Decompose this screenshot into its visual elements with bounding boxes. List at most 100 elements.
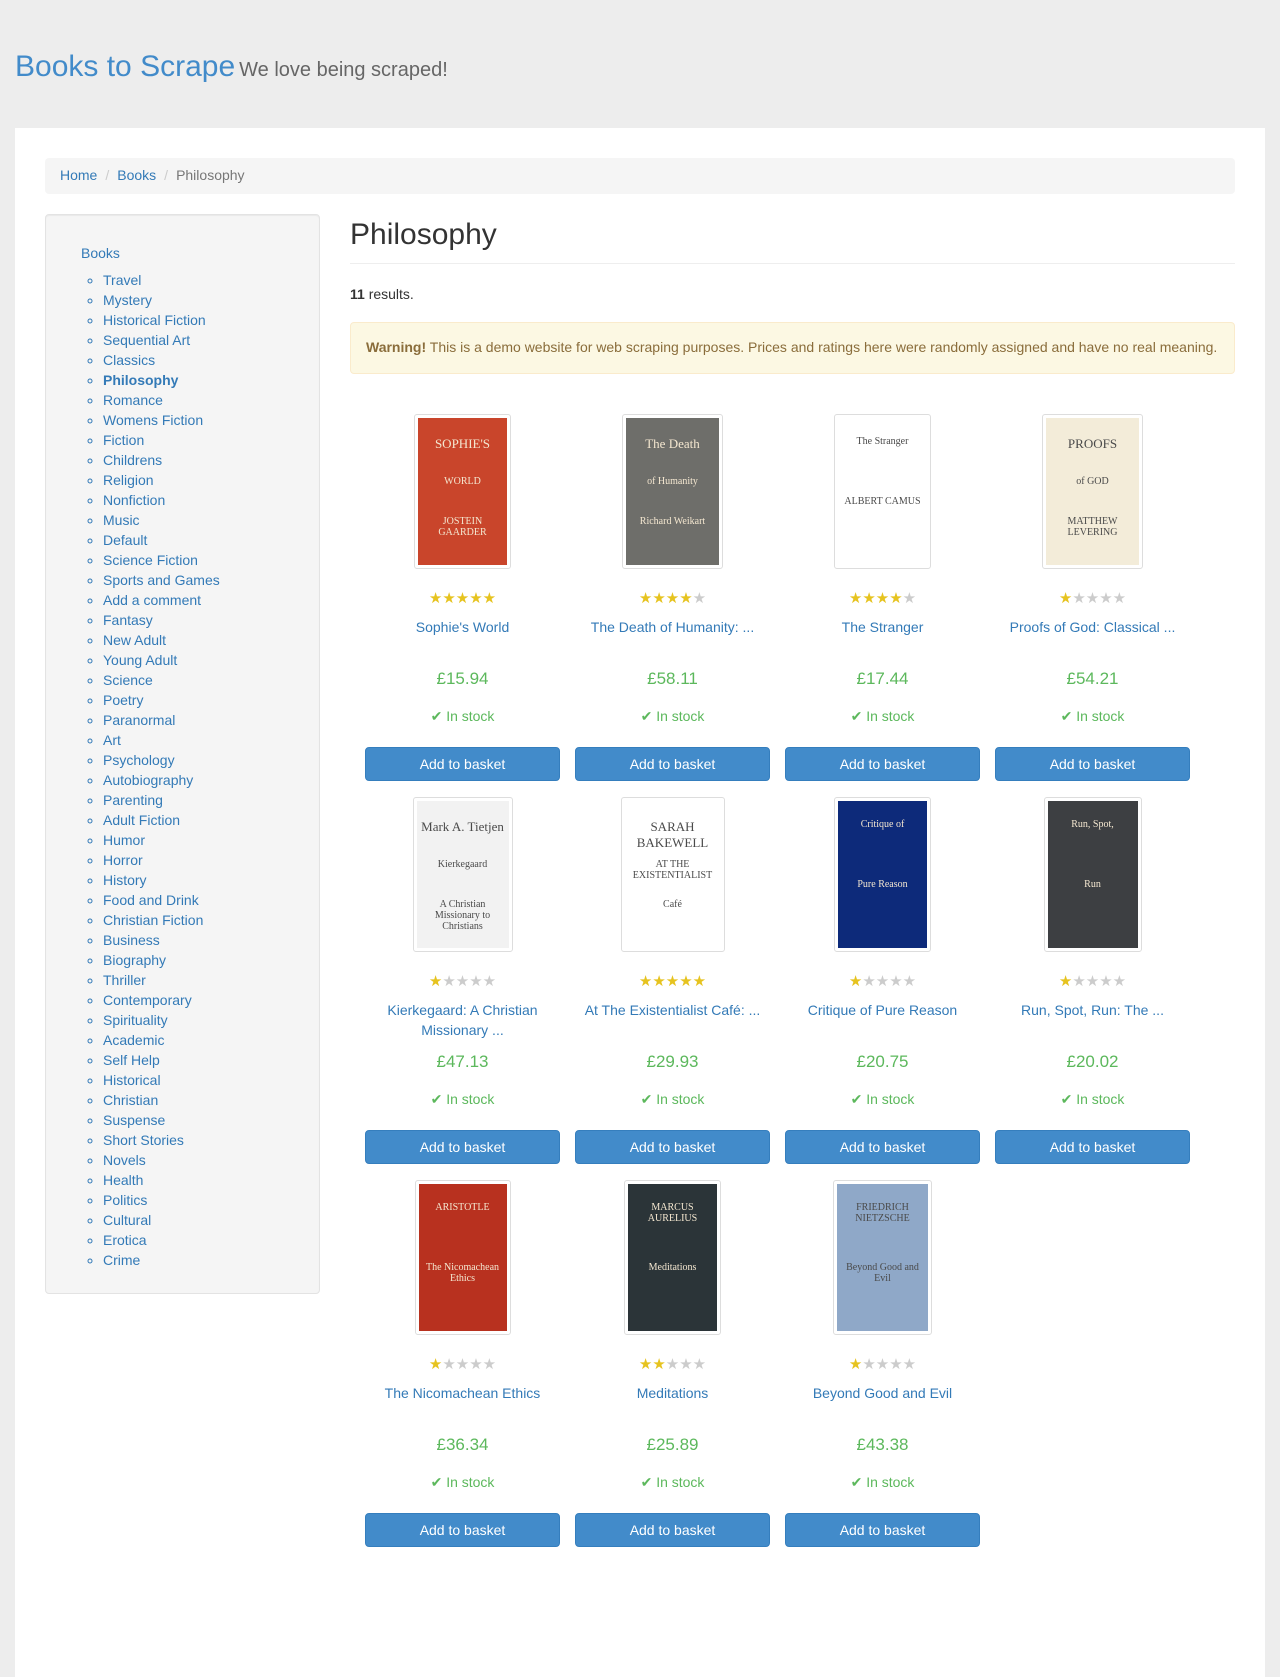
sidebar-item-paranormal[interactable]: Paranormal <box>103 710 319 730</box>
sidebar-item-business[interactable]: Business <box>103 930 319 950</box>
add-to-basket-button[interactable]: Add to basket <box>575 1130 770 1164</box>
sidebar-item-childrens[interactable]: Childrens <box>103 450 319 470</box>
add-to-basket-button[interactable]: Add to basket <box>995 747 1190 781</box>
sidebar-item-label[interactable]: Fiction <box>103 432 144 448</box>
sidebar-item-mystery[interactable]: Mystery <box>103 290 319 310</box>
breadcrumb-home[interactable]: Home <box>60 167 97 183</box>
sidebar-item-label[interactable]: Autobiography <box>103 772 193 788</box>
sidebar-item-label[interactable]: Poetry <box>103 692 143 708</box>
sidebar-item-religion[interactable]: Religion <box>103 470 319 490</box>
sidebar-item-self-help[interactable]: Self Help <box>103 1050 319 1070</box>
book-cover-thumbnail[interactable]: Run, Spot, Run <box>1043 797 1142 952</box>
sidebar-item-label[interactable]: Horror <box>103 852 143 868</box>
sidebar-item-historical-fiction[interactable]: Historical Fiction <box>103 310 319 330</box>
sidebar-item-label[interactable]: Self Help <box>103 1052 160 1068</box>
brand-link[interactable]: Books to Scrape <box>15 50 235 83</box>
sidebar-item-womens-fiction[interactable]: Womens Fiction <box>103 410 319 430</box>
sidebar-item-science[interactable]: Science <box>103 670 319 690</box>
book-cover-thumbnail[interactable]: The Stranger ALBERT CAMUS <box>834 414 931 569</box>
book-title-link[interactable]: The Stranger <box>842 619 924 635</box>
add-to-basket-button[interactable]: Add to basket <box>785 1130 980 1164</box>
add-to-basket-button[interactable]: Add to basket <box>575 747 770 781</box>
book-title-link[interactable]: Kierkegaard: A Christian Missionary ... <box>387 1002 537 1038</box>
sidebar-item-label[interactable]: Novels <box>103 1152 146 1168</box>
book-title-link[interactable]: At The Existentialist Café: ... <box>585 1002 761 1018</box>
sidebar-item-label[interactable]: History <box>103 872 147 888</box>
book-title-link[interactable]: Sophie's World <box>416 619 509 635</box>
add-to-basket-button[interactable]: Add to basket <box>365 747 560 781</box>
sidebar-item-label[interactable]: New Adult <box>103 632 166 648</box>
sidebar-item-label[interactable]: Suspense <box>103 1112 165 1128</box>
sidebar-item-sequential-art[interactable]: Sequential Art <box>103 330 319 350</box>
sidebar-item-adult-fiction[interactable]: Adult Fiction <box>103 810 319 830</box>
add-to-basket-button[interactable]: Add to basket <box>995 1130 1190 1164</box>
sidebar-item-suspense[interactable]: Suspense <box>103 1110 319 1130</box>
sidebar-item-health[interactable]: Health <box>103 1170 319 1190</box>
sidebar-item-label[interactable]: Childrens <box>103 452 162 468</box>
sidebar-item-nonfiction[interactable]: Nonfiction <box>103 490 319 510</box>
add-to-basket-button[interactable]: Add to basket <box>785 1513 980 1547</box>
sidebar-item-label[interactable]: Business <box>103 932 160 948</box>
sidebar-item-label[interactable]: Sequential Art <box>103 332 190 348</box>
sidebar-item-label[interactable]: Crime <box>103 1252 140 1268</box>
sidebar-item-label[interactable]: Politics <box>103 1192 147 1208</box>
sidebar-item-label[interactable]: Art <box>103 732 121 748</box>
sidebar-item-sports-and-games[interactable]: Sports and Games <box>103 570 319 590</box>
book-cover-thumbnail[interactable]: SOPHIE'S WORLD JOSTEIN GAARDER <box>414 414 511 569</box>
sidebar-item-christian[interactable]: Christian <box>103 1090 319 1110</box>
book-title-link[interactable]: The Death of Humanity: ... <box>591 619 754 635</box>
sidebar-item-short-stories[interactable]: Short Stories <box>103 1130 319 1150</box>
sidebar-item-label[interactable]: Food and Drink <box>103 892 199 908</box>
sidebar-item-label[interactable]: Music <box>103 512 140 528</box>
sidebar-item-label[interactable]: Health <box>103 1172 143 1188</box>
book-cover-thumbnail[interactable]: Mark A. Tietjen Kierkegaard A Christian Mi… <box>412 797 513 952</box>
sidebar-item-label[interactable]: Default <box>103 532 147 548</box>
sidebar-item-label[interactable]: Young Adult <box>103 652 177 668</box>
sidebar-item-christian-fiction[interactable]: Christian Fiction <box>103 910 319 930</box>
sidebar-item-philosophy[interactable]: Philosophy <box>103 370 319 390</box>
breadcrumb-books[interactable]: Books <box>117 167 156 183</box>
sidebar-item-default[interactable]: Default <box>103 530 319 550</box>
sidebar-item-romance[interactable]: Romance <box>103 390 319 410</box>
sidebar-item-classics[interactable]: Classics <box>103 350 319 370</box>
sidebar-item-label[interactable]: Paranormal <box>103 712 175 728</box>
book-cover-thumbnail[interactable]: MARCUS AURELIUS Meditations <box>624 1180 721 1335</box>
sidebar-item-new-adult[interactable]: New Adult <box>103 630 319 650</box>
sidebar-item-label[interactable]: Christian Fiction <box>103 912 203 928</box>
book-cover-thumbnail[interactable]: PROOFS of GOD MATTHEW LEVERING <box>1042 414 1143 569</box>
sidebar-item-label[interactable]: Mystery <box>103 292 152 308</box>
sidebar-item-label[interactable]: Science Fiction <box>103 552 198 568</box>
sidebar-item-label[interactable]: Adult Fiction <box>103 812 180 828</box>
book-cover-thumbnail[interactable]: SARAH BAKEWELL AT THE EXISTENTIALIST Café <box>620 797 725 952</box>
sidebar-item-young-adult[interactable]: Young Adult <box>103 650 319 670</box>
sidebar-item-label[interactable]: Academic <box>103 1032 164 1048</box>
sidebar-item-fantasy[interactable]: Fantasy <box>103 610 319 630</box>
book-title-link[interactable]: Run, Spot, Run: The ... <box>1021 1002 1164 1018</box>
sidebar-item-label[interactable]: Nonfiction <box>103 492 165 508</box>
sidebar-item-add-a-comment[interactable]: Add a comment <box>103 590 319 610</box>
sidebar-item-fiction[interactable]: Fiction <box>103 430 319 450</box>
book-title-link[interactable]: Proofs of God: Classical ... <box>1010 619 1176 635</box>
sidebar-item-cultural[interactable]: Cultural <box>103 1210 319 1230</box>
book-title-link[interactable]: Beyond Good and Evil <box>813 1385 952 1401</box>
add-to-basket-button[interactable]: Add to basket <box>365 1130 560 1164</box>
sidebar-item-label[interactable]: Short Stories <box>103 1132 184 1148</box>
sidebar-item-label[interactable]: Contemporary <box>103 992 192 1008</box>
sidebar-item-label[interactable]: Historical Fiction <box>103 312 206 328</box>
sidebar-item-poetry[interactable]: Poetry <box>103 690 319 710</box>
sidebar-item-music[interactable]: Music <box>103 510 319 530</box>
sidebar-item-art[interactable]: Art <box>103 730 319 750</box>
sidebar-item-label[interactable]: Sports and Games <box>103 572 220 588</box>
sidebar-item-label[interactable]: Christian <box>103 1092 158 1108</box>
sidebar-item-humor[interactable]: Humor <box>103 830 319 850</box>
add-to-basket-button[interactable]: Add to basket <box>785 747 980 781</box>
book-title-link[interactable]: Critique of Pure Reason <box>808 1002 957 1018</box>
sidebar-item-label[interactable]: Parenting <box>103 792 163 808</box>
sidebar-item-label[interactable]: Thriller <box>103 972 146 988</box>
add-to-basket-button[interactable]: Add to basket <box>365 1513 560 1547</box>
sidebar-item-science-fiction[interactable]: Science Fiction <box>103 550 319 570</box>
sidebar-item-label[interactable]: Cultural <box>103 1212 151 1228</box>
sidebar-item-crime[interactable]: Crime <box>103 1250 319 1270</box>
sidebar-item-thriller[interactable]: Thriller <box>103 970 319 990</box>
book-cover-thumbnail[interactable]: ARISTOTLE The Nicomachean Ethics <box>414 1180 511 1335</box>
